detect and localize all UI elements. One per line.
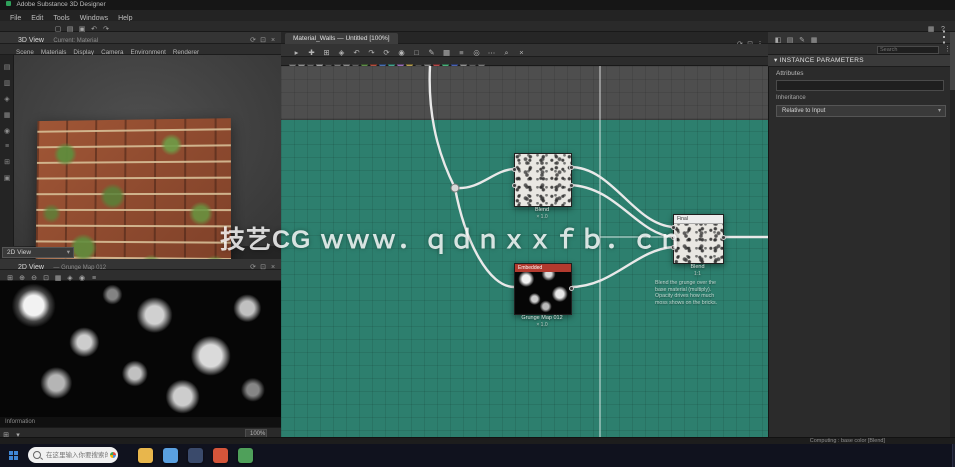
taskbar-search-input[interactable] (44, 450, 110, 460)
input-port[interactable] (512, 167, 517, 172)
explorer-icon[interactable]: ▥ (0, 79, 14, 87)
log-icon[interactable]: ▣ (0, 174, 14, 182)
settings-icon[interactable]: ≡ (0, 143, 14, 150)
app-red[interactable] (213, 448, 228, 463)
output-port[interactable] (569, 165, 574, 170)
node-alert-header: Embedded (515, 264, 571, 272)
2d-view-statusbar: 100% ⊞ ▾ (0, 427, 281, 439)
input-port[interactable] (671, 225, 676, 230)
properties-header: ◧ ▤ ✎ ▦ ⋮ (768, 30, 955, 46)
node-blend-caption: Blend × 1.0 (534, 207, 550, 220)
graph-toolbar: ▸ ✚ ⊞ ◈ ↶ ↷ ⟳ ◉ □ ✎ ▦ ≡ ◎ ⋯ ⌕ × (281, 44, 768, 57)
attributes-label: Attributes (776, 70, 804, 77)
2d-view-toolbar: ⊞ ⊕ ⊖ ⊡ ▦ ◈ ◉ ≡ (0, 270, 281, 282)
comment-line: moss shows on the bricks. (655, 299, 718, 306)
wire-input (428, 66, 457, 190)
graph-icon[interactable]: ◈ (0, 95, 14, 103)
file-explorer[interactable] (138, 448, 153, 463)
output-port[interactable] (569, 183, 574, 188)
inheritance-label: Inheritance (776, 95, 806, 101)
browser-edge[interactable] (163, 448, 178, 463)
wire-dot[interactable] (450, 183, 460, 193)
chevron-down-icon: ▾ (66, 249, 70, 256)
graph-canvas[interactable]: Blend × 1.0 Embedded Grunge Map 012 × 1.… (281, 66, 768, 437)
identifier-field[interactable] (776, 80, 944, 91)
search-icon (33, 451, 41, 459)
properties-tab-row: ⋮ (768, 44, 955, 55)
bake-icon[interactable]: ◉ (0, 127, 14, 135)
output-port[interactable] (569, 286, 574, 291)
2d-view-combo[interactable]: 2D View ▾ (2, 247, 74, 258)
2d-view-info-line: Information (0, 417, 281, 427)
window-title: Adobe Substance 3D Designer (16, 1, 106, 8)
node-grunge-caption: Grunge Map 012 × 1.0 (521, 315, 563, 328)
library-icon[interactable]: ▤ (0, 63, 14, 71)
wire-blend-to-final-1 (568, 165, 675, 229)
left-icon-strip: ▤ ▥ ◈ ▦ ◉ ≡ ⊞ ▣ (0, 55, 14, 246)
wire-blend-to-final-2 (568, 183, 675, 239)
3d-view-header: 3D View Current: Material ⟳ ⊡ × (0, 32, 281, 44)
input-port[interactable] (671, 235, 676, 240)
properties-scrollbar[interactable] (950, 32, 955, 437)
shelf-icon[interactable]: ▦ (0, 111, 14, 119)
graph-tab[interactable]: Material_Walls — Untitled [100%] (285, 33, 398, 44)
2d-viewport-grunge-map[interactable] (0, 281, 281, 417)
menu-bar: File Edit Tools Windows Help (0, 10, 955, 22)
3d-view-title: 3D View (18, 37, 44, 44)
properties-panel (768, 32, 955, 437)
app-logo-icon (6, 1, 11, 6)
inheritance-dropdown[interactable]: Relative to Input ▾ (776, 105, 946, 117)
app-screen: Adobe Substance 3D Designer File Edit Tool… (0, 0, 955, 467)
node-final-caption: Blend 1:1 (690, 264, 705, 277)
2d-view-header: 2D View — Grunge Map 012 ⟳ ⊡ × (0, 259, 281, 271)
app-status-bar: Computing : base color [Blend] (0, 437, 955, 444)
input-port[interactable] (512, 183, 517, 188)
wire-to-grunge (453, 186, 516, 289)
taskbar-search-box[interactable] (28, 447, 118, 463)
graph-tab-row: Material_Walls — Untitled [100%] ⟳⊡⋮ (281, 32, 768, 48)
node-header: Final (674, 215, 723, 224)
app-window[interactable] (188, 448, 203, 463)
start-button[interactable] (0, 444, 26, 467)
graph-comment-note: Blend the grunge over the base material (… (655, 280, 739, 306)
2d-view-combo-label: 2D View (7, 249, 32, 256)
properties-search-input[interactable] (877, 45, 939, 54)
plugin-icon[interactable]: ⊞ (0, 158, 14, 166)
instance-parameters-section-header[interactable]: ▾ INSTANCE PARAMETERS (768, 55, 955, 67)
search-highlights-icon (110, 452, 116, 458)
node-final-blend[interactable]: Final (671, 214, 726, 264)
window-titlebar: Adobe Substance 3D Designer (0, 0, 955, 10)
input-port[interactable] (671, 245, 676, 250)
output-port[interactable] (721, 235, 726, 240)
taskbar-app-icons (138, 447, 253, 464)
app-green[interactable] (238, 448, 253, 463)
node-palette-swatches (281, 57, 768, 71)
node-blend[interactable] (512, 153, 574, 207)
wire-to-blend (453, 167, 516, 190)
chevron-down-icon: ▾ (937, 108, 941, 114)
node-grunge-map[interactable]: Embedded (514, 263, 574, 315)
inheritance-value: Relative to Input (782, 108, 826, 114)
windows-logo-icon (8, 451, 18, 460)
3d-viewport[interactable] (0, 55, 281, 293)
scrollbar-thumb[interactable] (950, 32, 955, 90)
3d-view-menus: Scene Materials Display Camera Environment Re… (0, 44, 281, 56)
